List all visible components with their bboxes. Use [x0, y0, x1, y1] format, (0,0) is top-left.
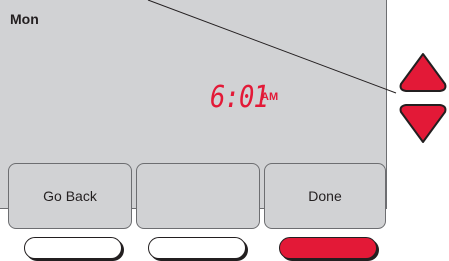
time-period: AM [261, 91, 279, 103]
hardware-button-center[interactable] [148, 237, 246, 259]
up-arrow-button[interactable] [398, 50, 448, 98]
down-arrow-button[interactable] [398, 98, 448, 146]
blank-soft-button[interactable] [136, 163, 260, 229]
up-arrow-icon [399, 53, 447, 92]
go-back-button[interactable]: Go Back [8, 163, 132, 229]
time-digits: 6:01 [210, 80, 269, 115]
day-label: Mon [10, 11, 39, 27]
done-button[interactable]: Done [264, 163, 386, 229]
down-arrow-icon [399, 104, 447, 143]
hardware-button-left[interactable] [24, 237, 122, 259]
time-display: 6:01 AM [210, 82, 278, 114]
hardware-button-right[interactable] [279, 237, 377, 259]
